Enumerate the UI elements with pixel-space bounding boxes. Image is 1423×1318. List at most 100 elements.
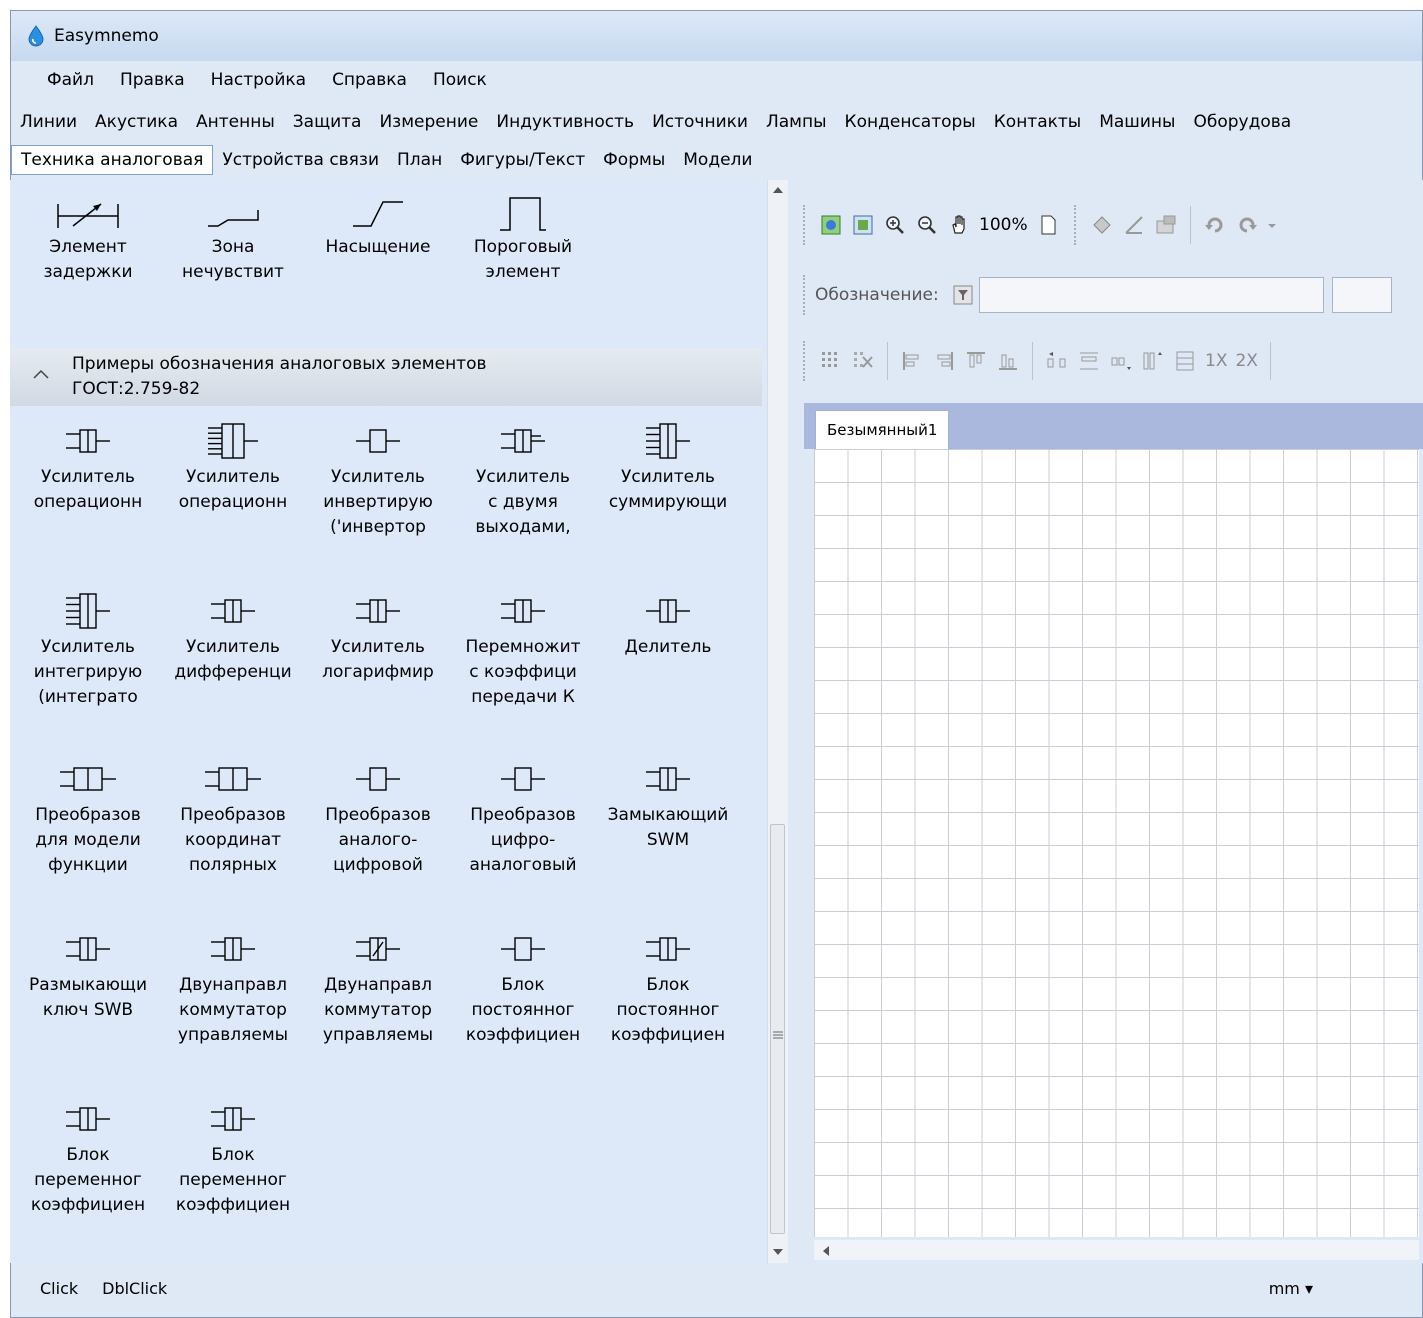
pan-hand-icon[interactable]: [947, 213, 971, 237]
properties-icon[interactable]: [1154, 213, 1178, 237]
distribute-vertical-icon[interactable]: [1077, 349, 1101, 373]
designation-filter-icon[interactable]: [951, 283, 975, 307]
designation-input[interactable]: [978, 277, 1324, 313]
redo-icon[interactable]: [1235, 213, 1259, 237]
menu-search[interactable]: Поиск: [420, 66, 500, 94]
palette-item-label: коэффициен: [465, 1025, 581, 1045]
palette-item-divider[interactable]: Делитель: [598, 588, 738, 661]
palette-item-op-amp-multi[interactable]: Усилитель операционн: [163, 418, 303, 516]
tab-shapes-text[interactable]: Фигуры/Текст: [451, 145, 594, 175]
palette-item-constant-gain-block[interactable]: Блок постоянног коэффициен: [453, 926, 593, 1049]
tab-communication-devices[interactable]: Устройства связи: [213, 145, 388, 175]
palette-item-dual-output-amp[interactable]: Усилитель с двумя выходами,: [453, 418, 593, 541]
palette-item-dead-zone[interactable]: Зона нечувствит: [163, 188, 303, 286]
threshold-element-symbol-icon: [500, 197, 546, 231]
tab-plan[interactable]: План: [388, 145, 451, 175]
tab-sources[interactable]: Источники: [643, 107, 757, 137]
palette-item-variable-gain-block[interactable]: Блок переменног коэффициен: [18, 1096, 158, 1219]
fit-page-icon[interactable]: [819, 213, 843, 237]
tab-inductance[interactable]: Индуктивность: [487, 107, 643, 137]
palette-item-label: передачи К: [471, 687, 575, 707]
tab-lines[interactable]: Линии: [11, 107, 86, 137]
canvas-horizontal-scrollbar[interactable]: [814, 1240, 1419, 1260]
fit-selection-icon[interactable]: [851, 213, 875, 237]
palette-item-adc[interactable]: Преобразов аналого-цифровой: [308, 756, 448, 879]
document-tab[interactable]: Безымянный1: [815, 410, 950, 449]
palette-item-function-converter[interactable]: Преобразов для модели функции: [18, 756, 158, 879]
palette-item-dac[interactable]: Преобразов цифро-аналоговый: [453, 756, 593, 879]
palette-item-label: Элемент: [49, 237, 127, 257]
palette-item-differentiator-amp[interactable]: Усилитель дифференци: [163, 588, 303, 686]
secondary-input[interactable]: [1331, 277, 1392, 313]
tab-acoustics[interactable]: Акустика: [86, 107, 187, 137]
tab-contacts[interactable]: Контакты: [985, 107, 1091, 137]
palette-item-label: цифро-: [490, 830, 556, 850]
palette-item-bidirectional-switch-2[interactable]: Двунаправл коммутатор управляемы: [308, 926, 448, 1049]
align-right-icon[interactable]: [932, 349, 956, 373]
scroll-down-arrow-icon[interactable]: [772, 1248, 784, 1256]
chevron-up-icon[interactable]: [32, 368, 50, 380]
palette-item-summing-amp[interactable]: Усилитель суммирующи: [598, 418, 738, 516]
section-header-analog-examples[interactable]: Примеры обозначения аналоговых элементов…: [10, 348, 762, 406]
menu-file[interactable]: Файл: [34, 66, 107, 94]
toolbar-grip[interactable]: [803, 205, 809, 245]
palette-item-label: ключ SWB: [42, 1000, 134, 1020]
palette-item-multiplier[interactable]: Перемножит с коэффици передачи К: [453, 588, 593, 711]
same-size-icon[interactable]: [1173, 349, 1197, 373]
fill-bucket-icon[interactable]: [1090, 213, 1114, 237]
scroll-up-arrow-icon[interactable]: [772, 186, 784, 194]
tab-forms[interactable]: Формы: [594, 145, 674, 175]
line-color-icon[interactable]: [1122, 213, 1146, 237]
palette-scrollbar[interactable]: [767, 180, 788, 1263]
scrollbar-thumb[interactable]: [770, 824, 785, 1234]
undo-icon[interactable]: [1203, 213, 1227, 237]
scale-1x-button[interactable]: 1X: [1205, 351, 1227, 371]
tab-equipment[interactable]: Оборудова: [1184, 107, 1300, 137]
menu-settings[interactable]: Настройка: [198, 66, 319, 94]
menu-edit[interactable]: Правка: [107, 66, 198, 94]
tab-protection[interactable]: Защита: [284, 107, 371, 137]
palette-item-constant-gain-block-2[interactable]: Блок постоянног коэффициен: [598, 926, 738, 1049]
palette-item-variable-gain-block-2[interactable]: Блок переменног коэффициен: [163, 1096, 303, 1219]
units-dropdown[interactable]: mm ▾: [1269, 1279, 1313, 1298]
palette-item-threshold-element[interactable]: Пороговый элемент: [453, 188, 593, 286]
drawing-canvas[interactable]: [814, 449, 1419, 1237]
toolbar-grip[interactable]: [803, 341, 809, 381]
zoom-level[interactable]: 100%: [979, 215, 1028, 235]
palette-item-op-amp[interactable]: Усилитель операционн: [18, 418, 158, 516]
palette-item-integrator-amp[interactable]: Усилитель интегрирую (интеграто: [18, 588, 158, 711]
menu-help[interactable]: Справка: [319, 66, 420, 94]
tab-measurement[interactable]: Измерение: [370, 107, 487, 137]
same-height-icon[interactable]: [1141, 349, 1165, 373]
palette-item-delay-element[interactable]: Элемент задержки: [18, 188, 158, 286]
toolbar-grip[interactable]: [1073, 205, 1080, 245]
zoom-in-icon[interactable]: [883, 213, 907, 237]
tab-machines[interactable]: Машины: [1090, 107, 1184, 137]
align-top-icon[interactable]: [964, 349, 988, 373]
palette-item-saturation[interactable]: Насыщение: [308, 188, 448, 261]
align-left-icon[interactable]: [900, 349, 924, 373]
tab-models[interactable]: Модели: [674, 145, 761, 175]
snap-grid-icon[interactable]: [851, 349, 875, 373]
palette-item-switch-swb[interactable]: Размыкающи ключ SWB: [18, 926, 158, 1024]
tab-antennas[interactable]: Антенны: [187, 107, 284, 137]
grid-dots-icon[interactable]: [819, 349, 843, 373]
palette-item-switch-swm[interactable]: Замыкающий SWM: [598, 756, 738, 854]
redo-dropdown-icon[interactable]: [1267, 213, 1277, 237]
tab-lamps[interactable]: Лампы: [757, 107, 836, 137]
palette-item-polar-converter[interactable]: Преобразов координат полярных: [163, 756, 303, 879]
zoom-out-icon[interactable]: [915, 213, 939, 237]
distribute-horizontal-icon[interactable]: [1045, 349, 1069, 373]
scroll-left-arrow-icon[interactable]: [822, 1245, 830, 1257]
new-page-icon[interactable]: [1036, 213, 1060, 237]
palette-item-inverting-amp[interactable]: Усилитель инвертирую ('инвертор: [308, 418, 448, 541]
tab-capacitors[interactable]: Конденсаторы: [836, 107, 985, 137]
tab-analog-technique[interactable]: Техника аналоговая: [11, 145, 214, 175]
toolbar-grip[interactable]: [803, 275, 809, 315]
palette-item-label: Блок: [646, 975, 690, 995]
scale-2x-button[interactable]: 2X: [1235, 351, 1257, 371]
palette-item-log-amp[interactable]: Усилитель логарифмир: [308, 588, 448, 686]
same-width-icon[interactable]: [1109, 349, 1133, 373]
align-bottom-icon[interactable]: [996, 349, 1020, 373]
palette-item-bidirectional-switch[interactable]: Двунаправл коммутатор управляемы: [163, 926, 303, 1049]
